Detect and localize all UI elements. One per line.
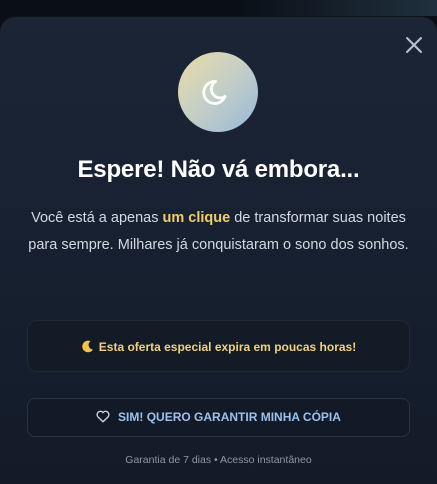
description-text-start: Você está a apenas: [31, 210, 163, 226]
crescent-moon-icon: [82, 340, 93, 353]
close-icon: [406, 37, 422, 53]
offer-text: Esta oferta especial expira em poucas ho…: [98, 340, 357, 354]
guarantee-note: Garantia de 7 dias • Acesso instantâneo: [125, 454, 312, 466]
close-button[interactable]: [404, 35, 424, 55]
cta-label: SIM! QUERO GARANTIR MINHA CÓPIA: [118, 410, 341, 424]
heart-icon: [96, 410, 110, 423]
moon-icon: [202, 80, 227, 105]
backdrop-glow: [237, 0, 437, 16]
modal-description: Você está a apenas um clique de transfor…: [24, 205, 413, 259]
offer-banner: Esta oferta especial expira em poucas ho…: [27, 320, 410, 372]
exit-intent-modal: Espere! Não vá embora... Você está a ape…: [0, 17, 437, 484]
modal-title: Espere! Não vá embora...: [77, 156, 360, 183]
description-highlight: um clique: [162, 210, 231, 226]
claim-offer-button[interactable]: SIM! QUERO GARANTIR MINHA CÓPIA: [27, 398, 410, 437]
moon-badge: [178, 52, 258, 132]
